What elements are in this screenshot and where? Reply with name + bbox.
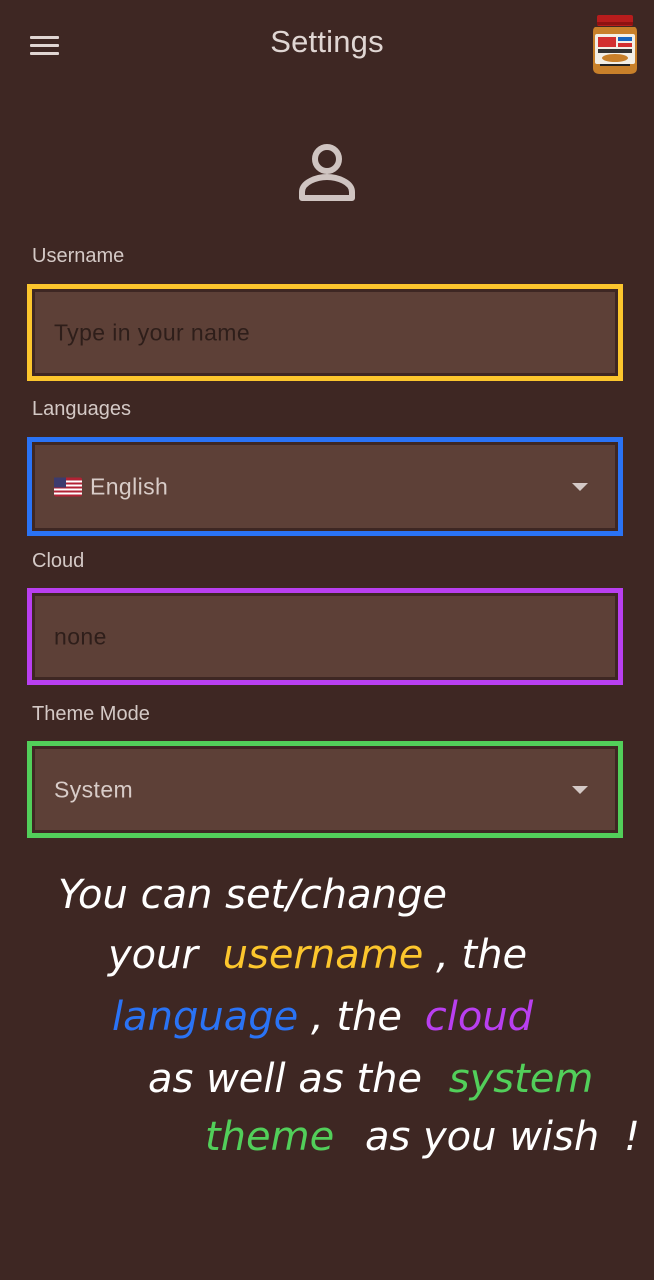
language-selected: English xyxy=(54,473,168,500)
theme-mode-label: Theme Mode xyxy=(32,703,150,725)
annotation-theme: theme xyxy=(205,1114,334,1160)
peanut-butter-jar-avatar-icon[interactable] xyxy=(590,12,640,76)
username-label: Username xyxy=(32,245,125,267)
handwritten-annotation: You can set/change your username , the l… xyxy=(0,840,654,1180)
annotation-exclamation: ! xyxy=(624,1114,640,1160)
person-outline-icon xyxy=(293,140,361,208)
annotation-as-well: as well as the xyxy=(148,1056,422,1102)
annotation-line-2: your username , the xyxy=(107,932,527,978)
username-placeholder: Type in your name xyxy=(54,319,251,345)
annotation-as-you-wish: as you wish xyxy=(365,1114,599,1160)
annotation-your: your xyxy=(107,932,200,978)
chevron-down-icon xyxy=(572,785,588,794)
annotation-line-1: You can set/change xyxy=(58,872,447,918)
annotation-line-3: language , the cloud xyxy=(112,994,534,1040)
annotation-cloud: cloud xyxy=(425,994,534,1040)
us-flag-icon xyxy=(54,475,82,496)
cloud-label: Cloud xyxy=(32,550,85,572)
theme-mode-value: System xyxy=(54,776,134,802)
username-field[interactable]: Type in your name xyxy=(27,284,623,381)
annotation-system: system xyxy=(449,1056,594,1102)
cloud-field-fill xyxy=(35,596,615,677)
app-bar: Settings xyxy=(0,0,654,90)
language-select[interactable]: English xyxy=(27,437,623,536)
annotation-line-4: as well as the system xyxy=(148,1056,593,1102)
annotation-line-5: theme as you wish ! xyxy=(205,1114,640,1160)
theme-mode-select[interactable]: System xyxy=(27,741,623,838)
annotation-username: username xyxy=(223,932,424,978)
cloud-placeholder: none xyxy=(54,623,107,649)
annotation-the-2: , the xyxy=(311,994,402,1040)
languages-label: Languages xyxy=(32,398,131,420)
chevron-down-icon xyxy=(572,482,588,491)
language-value: English xyxy=(90,473,169,499)
cloud-field[interactable]: none xyxy=(27,588,623,685)
annotation-language: language xyxy=(112,994,298,1040)
page-title: Settings xyxy=(270,24,384,59)
annotation-the-1: , the xyxy=(436,932,527,978)
